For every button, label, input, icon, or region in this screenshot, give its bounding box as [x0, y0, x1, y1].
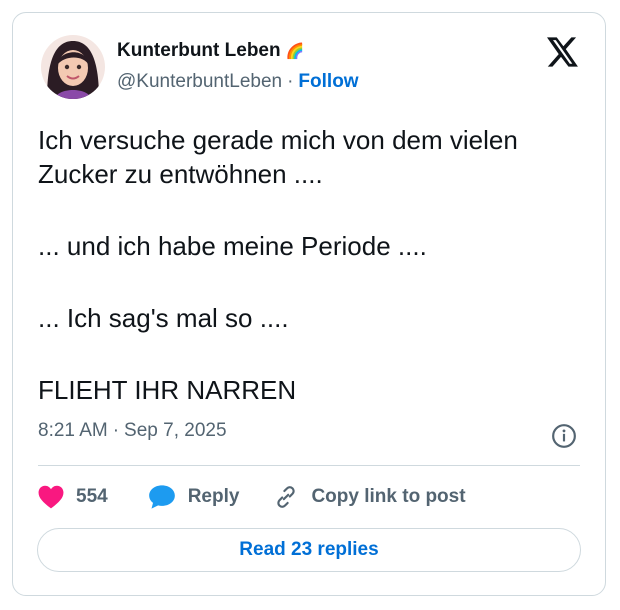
tweet-paragraph: ... und ich habe meine Periode ....: [38, 231, 427, 261]
like-button[interactable]: 554: [38, 485, 108, 509]
info-icon[interactable]: [551, 423, 577, 449]
divider: [38, 465, 580, 466]
tweet-paragraph: FLIEHT IHR NARREN: [38, 375, 297, 405]
avatar-portrait-icon: [41, 35, 105, 99]
tweet-time: 8:21 AM: [38, 420, 108, 441]
tweet-text: Ich versuche gerade mich von dem vielen …: [38, 123, 598, 407]
x-logo-icon[interactable]: [547, 37, 579, 67]
read-replies-label: Read 23 replies: [239, 539, 379, 560]
handle-separator: ·: [287, 71, 294, 92]
copy-link-button[interactable]: Copy link to post: [273, 484, 466, 510]
read-replies-button[interactable]: Read 23 replies: [37, 528, 581, 572]
tweet-timestamp[interactable]: 8:21 AM · Sep 7, 2025: [38, 420, 227, 442]
timestamp-separator: ·: [112, 420, 120, 441]
tweet-date: Sep 7, 2025: [124, 420, 227, 441]
speech-bubble-icon: [148, 485, 175, 509]
avatar[interactable]: [41, 35, 105, 99]
author-handle-row: @KunterbuntLeben · Follow: [117, 71, 359, 93]
name-emoji: 🌈: [285, 42, 305, 60]
action-bar: 554 Reply Copy link to post: [38, 483, 466, 511]
author-name-row: Kunterbunt Leben 🌈: [117, 39, 304, 63]
heart-icon: [38, 485, 64, 509]
author-display-name[interactable]: Kunterbunt Leben: [117, 40, 281, 62]
tweet-paragraph: ... Ich sag's mal so ....: [38, 303, 289, 333]
follow-button[interactable]: Follow: [298, 71, 358, 93]
tweet-card: Kunterbunt Leben 🌈 @KunterbuntLeben · Fo…: [12, 12, 606, 596]
tweet-paragraph: Ich versuche gerade mich von dem vielen …: [38, 125, 518, 189]
author-handle[interactable]: @KunterbuntLeben: [117, 71, 282, 93]
copy-link-label: Copy link to post: [311, 486, 466, 507]
like-count: 554: [76, 486, 108, 507]
link-icon: [277, 486, 296, 508]
reply-label: Reply: [187, 486, 240, 507]
reply-button[interactable]: Reply: [148, 484, 240, 510]
